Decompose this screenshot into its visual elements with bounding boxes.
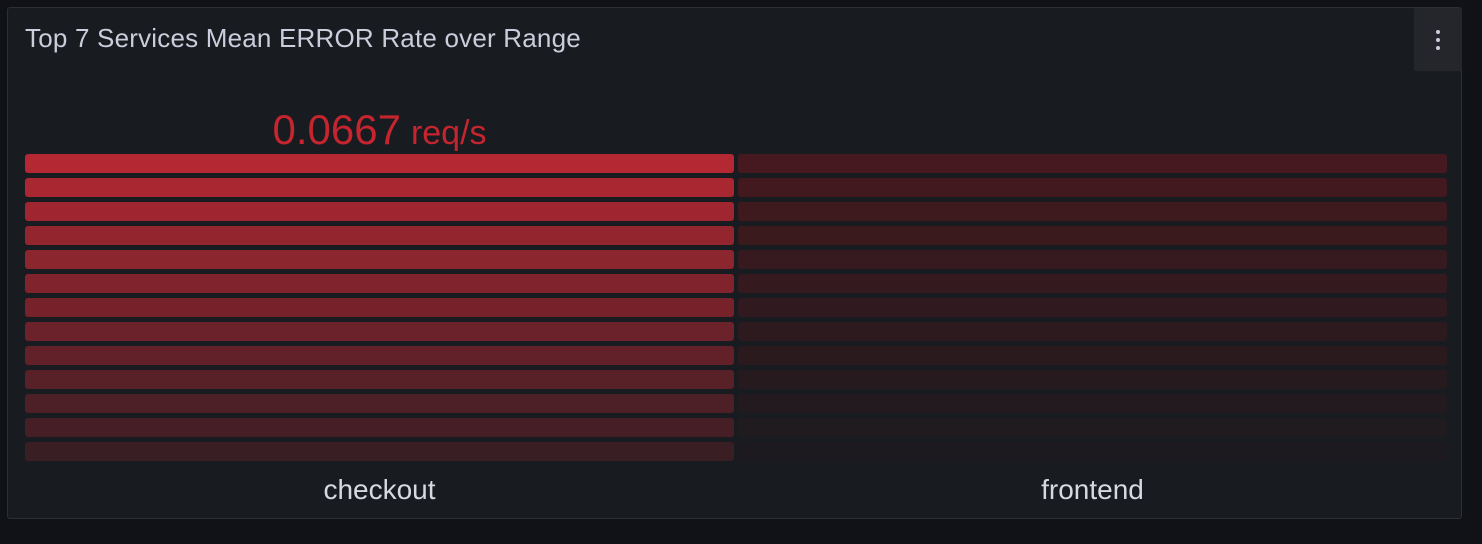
bar-segment [25, 346, 734, 365]
bar-segment [738, 226, 1447, 245]
bar-segment [25, 442, 734, 461]
category-label-checkout: checkout [323, 474, 436, 505]
bar-segment [25, 154, 734, 173]
category-label-frontend: frontend [1041, 474, 1144, 505]
panel-menu-button[interactable] [1414, 8, 1462, 71]
bar-segment [25, 274, 734, 293]
bar-segment [25, 178, 734, 197]
bar-segment [738, 202, 1447, 221]
bar-segment [738, 250, 1447, 269]
bar-segment [25, 394, 734, 413]
bar-segment [738, 298, 1447, 317]
bar-segment [25, 298, 734, 317]
panel-title: Top 7 Services Mean ERROR Rate over Rang… [25, 23, 581, 53]
bar-segment [738, 394, 1447, 413]
bar-segment [25, 202, 734, 221]
bar-segment [738, 274, 1447, 293]
value-unit: req/s [410, 114, 487, 152]
bar-segment [738, 322, 1447, 341]
value-number: 0.0667 [272, 106, 401, 153]
value-label-checkout: 0.0667 req/s [25, 106, 734, 154]
bar-segment [25, 370, 734, 389]
bar-segment [738, 370, 1447, 389]
bar-segment [738, 442, 1447, 461]
bar-segment [25, 226, 734, 245]
bar-segment [25, 322, 734, 341]
bar-segment [25, 250, 734, 269]
bar-frontend [738, 154, 1447, 461]
bar-segment [738, 178, 1447, 197]
bar-segment [25, 418, 734, 437]
bar-segment [738, 418, 1447, 437]
bar-segment [738, 346, 1447, 365]
panel: Top 7 Services Mean ERROR Rate over Rang… [7, 7, 1462, 519]
bar-segment [738, 154, 1447, 173]
bar-checkout [25, 154, 734, 461]
